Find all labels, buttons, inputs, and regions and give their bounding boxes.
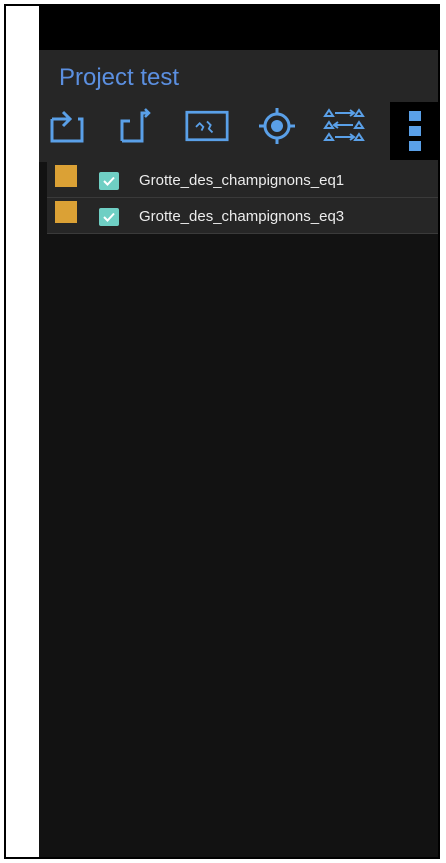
app-bar: Project test xyxy=(39,50,438,162)
layer-name: Grotte_des_champignons_eq1 xyxy=(139,172,345,189)
list-item[interactable]: Grotte_des_champignons_eq1 xyxy=(47,162,438,198)
layer-visibility-checkbox[interactable] xyxy=(99,208,119,226)
locate-button[interactable] xyxy=(255,104,299,148)
layer-list: Grotte_des_champignons_eq1 Grotte_des_ch… xyxy=(47,162,438,234)
more-options-button[interactable] xyxy=(390,102,438,160)
layer-visibility-checkbox[interactable] xyxy=(99,172,119,190)
locate-target-icon xyxy=(259,108,295,144)
project-title: Project test xyxy=(59,64,180,91)
status-bar xyxy=(39,6,438,50)
triangulation-icon xyxy=(323,108,365,141)
layer-name: Grotte_des_champignons_eq3 xyxy=(139,208,345,225)
layer-import-button[interactable] xyxy=(115,104,159,148)
layer-import-icon xyxy=(120,108,151,143)
layer-up-button[interactable] xyxy=(45,104,89,148)
app-window: Project test Grotte_des_champignons_eq1 … xyxy=(39,6,438,857)
toolbar xyxy=(39,100,438,162)
map-view-icon xyxy=(185,110,229,142)
more-options-icon xyxy=(409,111,421,151)
map-view-button[interactable] xyxy=(185,104,229,148)
screenshot-frame: Project test Grotte_des_champignons_eq1 … xyxy=(4,4,440,859)
check-icon xyxy=(103,176,115,186)
layer-color-swatch[interactable] xyxy=(55,201,77,223)
triangulation-button[interactable] xyxy=(323,104,367,148)
layer-color-swatch[interactable] xyxy=(55,165,77,187)
check-icon xyxy=(103,212,115,222)
layer-up-icon xyxy=(50,110,84,143)
list-item[interactable]: Grotte_des_champignons_eq3 xyxy=(47,198,438,234)
